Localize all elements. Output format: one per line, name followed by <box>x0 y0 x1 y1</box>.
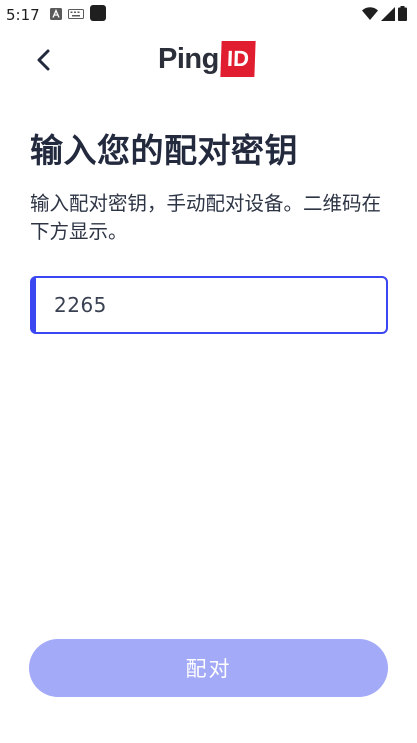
instruction-text: 输入配对密钥，手动配对设备。二维码在下方显示。 <box>30 192 382 243</box>
font-notification-icon <box>49 6 62 24</box>
app-notification-icon <box>89 5 106 25</box>
status-time: 5:17 <box>6 6 40 24</box>
chevron-left-icon <box>37 49 50 71</box>
back-button[interactable] <box>24 42 64 78</box>
pair-button[interactable]: 配对 <box>29 639 388 697</box>
notification-icons <box>49 5 106 25</box>
pairing-key-screen: 5:17 Ping ID 输入您的配对密钥 输入配对密钥，手动配对设备。二维码在… <box>0 0 417 743</box>
system-status-icons <box>362 6 407 25</box>
signal-icon <box>381 6 395 25</box>
battery-icon <box>398 6 407 25</box>
logo-ping-text: Ping <box>158 42 219 75</box>
keyboard-notification-icon <box>67 6 84 24</box>
pairing-key-field[interactable] <box>30 276 388 334</box>
pingid-logo: Ping ID <box>158 39 256 79</box>
page-title: 输入您的配对密钥 <box>30 131 298 170</box>
status-bar: 5:17 <box>0 0 417 30</box>
wifi-icon <box>362 6 378 25</box>
pairing-key-input[interactable] <box>54 293 386 317</box>
logo-id-badge: ID <box>220 41 256 77</box>
